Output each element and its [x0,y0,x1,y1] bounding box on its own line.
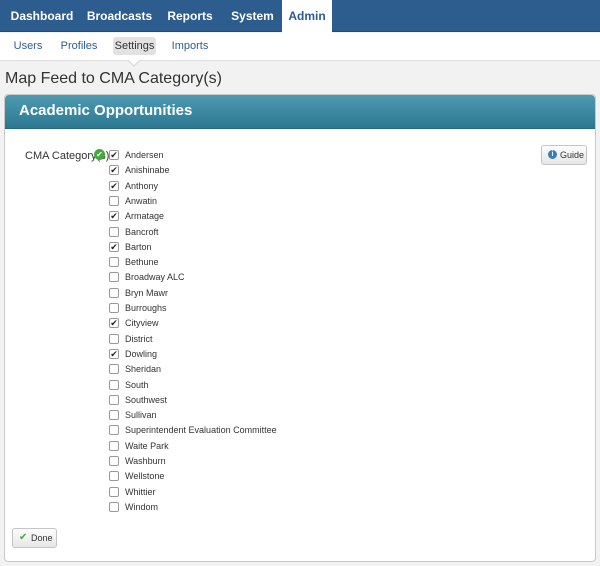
category-label: Whittier [125,486,156,497]
category-label: Sheridan [125,364,162,375]
category-label: Anwatin [125,195,158,206]
done-label: Done [31,533,53,543]
category-label: District [125,333,153,344]
category-label: Bancroft [125,226,159,237]
category-option[interactable]: Sheridan [109,363,309,377]
category-checkbox[interactable] [109,501,119,512]
category-label: Andersen [125,150,164,160]
category-option[interactable]: Bethune [109,256,309,270]
category-label: South [125,379,149,390]
category-option[interactable]: ✔ Armatage [109,210,309,224]
category-checkbox[interactable] [109,195,119,206]
subnav-imports[interactable]: Imports [168,37,212,55]
category-checkbox[interactable] [109,257,119,268]
category-label: Armatage [125,211,165,222]
category-option[interactable]: Washburn [109,455,309,469]
check-circle-icon: ✔ [94,149,105,160]
category-option[interactable]: ✔ Barton [109,241,309,255]
guide-label: Guide [560,150,585,160]
done-button[interactable]: ✔ Done [12,528,57,548]
category-checkbox[interactable] [109,471,119,482]
category-checkbox[interactable] [109,425,119,436]
category-label: Waite Park [125,440,169,451]
nav-dashboard[interactable]: Dashboard [0,0,84,32]
category-option[interactable]: Superintendent Evaluation Committee [109,424,309,438]
category-label: Southwest [125,394,168,405]
guide-button[interactable]: i Guide [541,145,587,165]
category-checkbox[interactable] [109,272,119,283]
category-checkbox[interactable] [109,287,119,298]
active-caret [127,59,141,67]
category-label: Anishinabe [125,165,170,176]
category-option[interactable]: ✔ Dowling [109,348,309,362]
category-option[interactable]: ✔ Andersen [109,149,309,163]
category-label: Cityview [125,318,159,329]
category-option[interactable]: Sullivan [109,409,309,423]
category-label: Superintendent Evaluation Committee [125,425,277,436]
category-label: Anthony [125,180,159,191]
category-label: Wellstone [125,471,165,482]
subnav-profiles[interactable]: Profiles [58,37,100,55]
category-checkbox[interactable]: ✔ [109,348,119,359]
info-icon: i [548,150,557,159]
category-label: Barton [125,241,152,252]
settings-panel: Academic Opportunities CMA Category(s) ✔… [4,94,596,562]
category-checkbox[interactable]: ✔ [109,180,119,191]
category-option[interactable]: Windom [109,501,309,515]
nav-admin[interactable]: Admin [282,0,332,33]
category-checkbox[interactable] [109,333,119,344]
sub-nav: Users Profiles Settings Imports [0,33,600,67]
category-checkbox[interactable]: ✔ [109,318,119,329]
category-option[interactable]: Broadway ALC [109,271,309,285]
category-option[interactable]: South [109,379,309,393]
category-checkbox[interactable] [109,394,119,405]
subnav-users[interactable]: Users [10,37,46,55]
category-checkbox[interactable]: ✔ [109,165,119,176]
category-option[interactable]: District [109,333,309,347]
category-label: Bethune [125,257,159,268]
category-option[interactable]: Whittier [109,486,309,500]
category-option[interactable]: Waite Park [109,440,309,454]
category-checkbox[interactable] [109,226,119,237]
category-checkbox[interactable] [109,303,119,313]
nav-reports[interactable]: Reports [155,0,225,32]
category-option[interactable]: ✔ Anthony [109,180,309,194]
category-label: Windom [125,501,159,512]
category-checkbox[interactable] [109,486,119,497]
category-checkbox[interactable]: ✔ [109,241,119,252]
category-option[interactable]: ✔ Cityview [109,317,309,331]
category-option[interactable]: Wellstone [109,470,309,484]
category-option[interactable]: Bancroft [109,226,309,240]
subnav-settings[interactable]: Settings [113,37,156,55]
category-checkbox[interactable] [109,456,119,466]
category-option[interactable]: Burroughs [109,302,309,316]
category-label: Dowling [125,348,158,359]
nav-system[interactable]: System [225,0,280,32]
category-checkbox[interactable]: ✔ [109,211,119,222]
category-checkbox[interactable] [109,364,119,375]
category-label: Washburn [125,456,166,466]
nav-broadcasts[interactable]: Broadcasts [84,0,155,32]
category-label: Burroughs [125,303,167,313]
category-option[interactable]: Bryn Mawr [109,287,309,301]
category-option[interactable]: ✔ Anishinabe [109,164,309,178]
checkmark-icon: ✔ [19,532,28,543]
category-checkbox[interactable] [109,379,119,390]
panel-header: Academic Opportunities [5,95,595,129]
category-checkbox[interactable] [109,410,119,421]
category-checkbox[interactable] [109,440,119,451]
panel-title: Academic Opportunities [19,102,193,119]
top-nav: Dashboard Broadcasts Reports System Admi… [0,0,600,33]
category-option[interactable]: Anwatin [109,195,309,209]
category-label: Sullivan [125,410,157,421]
category-label: Bryn Mawr [125,287,169,298]
category-checkbox[interactable]: ✔ [109,150,119,160]
page-title: Map Feed to CMA Category(s) [5,70,222,87]
category-label: Broadway ALC [125,272,185,283]
category-option[interactable]: Southwest [109,394,309,408]
